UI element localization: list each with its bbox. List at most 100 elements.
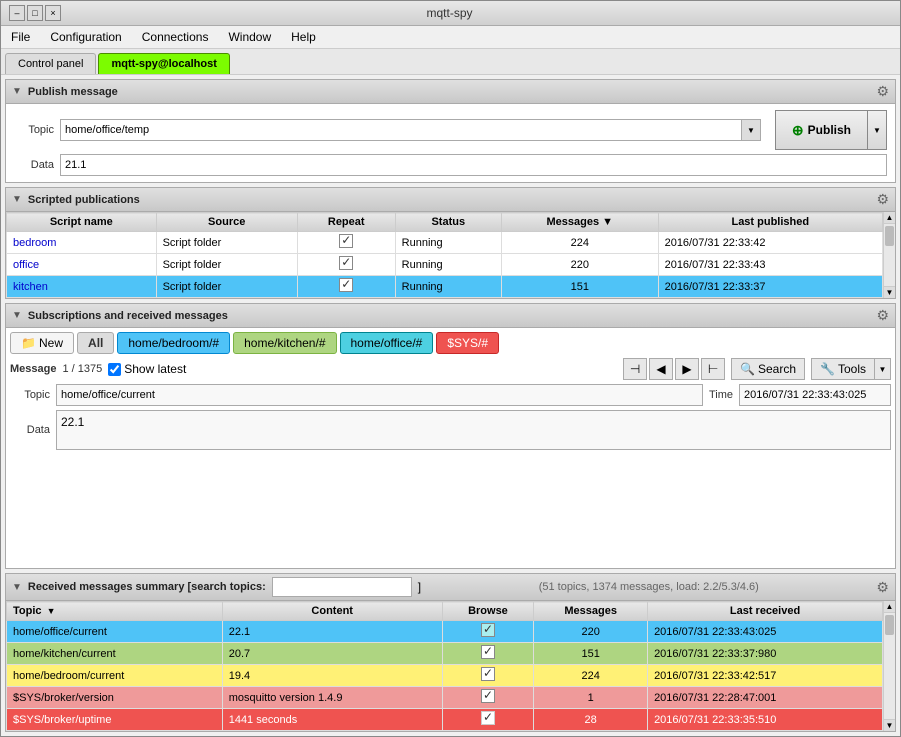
sub-tab-all[interactable]: All [77,332,114,354]
new-tab-label: New [39,336,63,350]
repeat-checkbox[interactable] [339,234,353,248]
summary-browse[interactable] [442,687,534,709]
script-repeat[interactable] [297,254,395,276]
summary-collapse-arrow[interactable]: ▼ [12,582,22,593]
publish-section-body: Topic ▼ ⊕ Publish ▼ Data [6,104,895,182]
script-repeat[interactable] [297,276,395,298]
table-row[interactable]: $SYS/broker/version mosquitto version 1.… [7,687,883,709]
summary-search-input[interactable] [272,577,412,597]
table-row[interactable]: home/bedroom/current 19.4 224 2016/07/31… [7,665,883,687]
scripted-section-title: Scripted publications [28,194,140,206]
summary-messages: 28 [534,709,648,731]
summary-col-topic[interactable]: Topic ▼ [7,602,223,621]
tools-button[interactable]: 🔧 Tools [811,358,875,380]
search-button[interactable]: 🔍 Search [731,358,805,380]
window-maximize[interactable]: □ [27,5,43,21]
table-row[interactable]: $SYS/broker/uptime 1441 seconds 28 2016/… [7,709,883,731]
script-repeat[interactable] [297,232,395,254]
scripted-section-body: Script name Source Repeat Status Message… [6,212,895,298]
browse-checkbox[interactable] [481,711,495,725]
data-row: Data [14,154,887,176]
subs-section-header: ▼ Subscriptions and received messages ⚙ [6,304,895,328]
table-row[interactable]: home/kitchen/current 20.7 151 2016/07/31… [7,643,883,665]
topic-input[interactable] [60,119,741,141]
show-latest-check[interactable] [108,363,121,376]
browse-checkbox[interactable] [481,623,495,637]
summary-scrollbar: ▲ ▼ [883,601,895,731]
script-source: Script folder [156,232,297,254]
sub-tab-bedroom[interactable]: home/bedroom/# [117,332,230,354]
summary-browse[interactable] [442,665,534,687]
tools-dropdown-button[interactable]: ▼ [875,358,891,380]
script-messages: 220 [501,254,658,276]
summary-last: 2016/07/31 22:33:35:510 [648,709,883,731]
table-row[interactable]: bedroom Script folder Running 224 2016/0… [7,232,883,254]
scroll-up-button[interactable]: ▲ [884,212,895,224]
topic-input-wrapper: ▼ [60,119,761,141]
message-time-field[interactable] [739,384,891,406]
summary-scroll-thumb[interactable] [885,615,894,635]
sub-tab-new[interactable]: 📁 New [10,332,74,354]
browse-checkbox[interactable] [481,689,495,703]
topic-dropdown-button[interactable]: ▼ [741,119,761,141]
browse-checkbox[interactable] [481,667,495,681]
sub-tab-kitchen[interactable]: home/kitchen/# [233,332,336,354]
nav-last-button[interactable]: ⊢ [701,358,725,380]
menu-connections[interactable]: Connections [136,28,215,46]
nav-next-button[interactable]: ▶ [675,358,699,380]
publish-button[interactable]: ⊕ Publish [775,110,867,150]
summary-section-header: ▼ Received messages summary [search topi… [6,574,895,601]
topic-field-label: Topic [10,389,50,401]
window-minimize[interactable]: – [9,5,25,21]
publish-dropdown-button[interactable]: ▼ [867,110,887,150]
message-topic-field[interactable] [56,384,703,406]
tab-control-panel[interactable]: Control panel [5,53,96,74]
search-button-label: Search [758,362,796,376]
summary-browse[interactable] [442,621,534,643]
scripted-collapse-arrow[interactable]: ▼ [12,194,22,205]
tab-connection[interactable]: mqtt-spy@localhost [98,53,229,74]
scripted-scrollbar: ▲ ▼ [883,212,895,298]
summary-browse[interactable] [442,643,534,665]
publish-gear-icon[interactable]: ⚙ [876,83,889,100]
summary-browse[interactable] [442,709,534,731]
repeat-checkbox[interactable] [339,256,353,270]
table-row[interactable]: kitchen Script folder Running 151 2016/0… [7,276,883,298]
scripted-gear-icon[interactable]: ⚙ [876,191,889,208]
data-input[interactable] [60,154,887,176]
publish-collapse-arrow[interactable]: ▼ [12,86,22,97]
main-content: ▼ Publish message ⚙ Topic ▼ ⊕ Publish [1,75,900,736]
summary-scroll-up[interactable]: ▲ [884,601,895,613]
nav-prev-button[interactable]: ◀ [649,358,673,380]
sub-tab-office[interactable]: home/office/# [340,332,434,354]
scroll-down-button[interactable]: ▼ [884,286,895,298]
browse-checkbox[interactable] [481,645,495,659]
publish-icon: ⊕ [792,122,804,139]
message-data-area: 22.1 [56,410,891,450]
scroll-thumb[interactable] [885,226,894,246]
scripted-section: ▼ Scripted publications ⚙ Script name So… [5,187,896,299]
show-latest-label: Show latest [124,362,186,376]
summary-gear-icon[interactable]: ⚙ [876,579,889,596]
subs-collapse-arrow[interactable]: ▼ [12,310,22,321]
repeat-checkbox[interactable] [339,278,353,292]
show-latest-checkbox[interactable]: Show latest [108,362,186,376]
summary-section: ▼ Received messages summary [search topi… [5,573,896,732]
table-row[interactable]: home/office/current 22.1 220 2016/07/31 … [7,621,883,643]
subs-gear-icon[interactable]: ⚙ [876,307,889,324]
menu-help[interactable]: Help [285,28,322,46]
window-close[interactable]: × [45,5,61,21]
sub-tab-sys[interactable]: $SYS/# [436,332,499,354]
menu-file[interactable]: File [5,28,36,46]
tools-button-label: Tools [838,362,866,376]
table-row[interactable]: office Script folder Running 220 2016/07… [7,254,883,276]
nav-first-button[interactable]: ⊣ [623,358,647,380]
summary-scroll-down[interactable]: ▼ [884,719,895,731]
subscriptions-section: ▼ Subscriptions and received messages ⚙ … [5,303,896,569]
scripted-table-area: Script name Source Repeat Status Message… [6,212,883,298]
menu-configuration[interactable]: Configuration [44,28,127,46]
summary-topic: $SYS/broker/version [7,687,223,709]
menu-window[interactable]: Window [222,28,277,46]
summary-content: 20.7 [222,643,442,665]
sort-arrow: ▼ [47,606,56,616]
